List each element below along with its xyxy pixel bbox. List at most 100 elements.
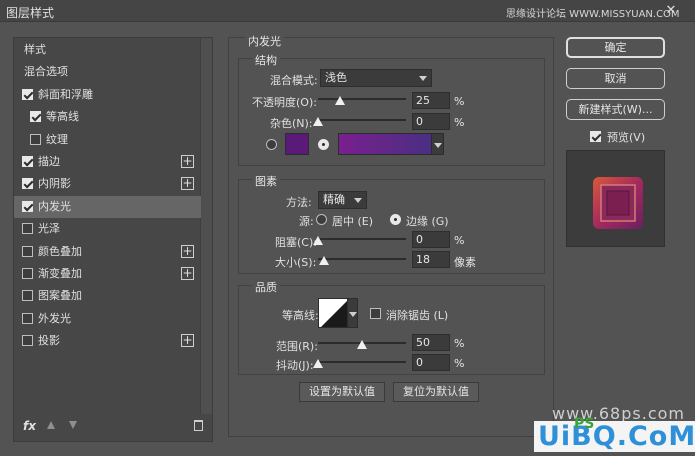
style-item-checkbox[interactable] — [22, 335, 33, 347]
style-item-label: 图案叠加 — [38, 289, 82, 303]
noise-input[interactable]: 0 — [412, 113, 450, 130]
style-item[interactable]: 等高线 — [14, 106, 201, 128]
style-item[interactable]: 纹理 — [14, 129, 201, 151]
fx-icon[interactable]: fx — [23, 419, 36, 433]
glow-color-swatch[interactable] — [285, 133, 309, 155]
move-down-icon[interactable] — [69, 421, 77, 429]
preview-checkbox[interactable] — [590, 131, 601, 142]
style-item-label: 样式 — [24, 43, 46, 56]
gradient-dropdown[interactable] — [431, 133, 444, 155]
color-radio[interactable] — [266, 139, 277, 150]
blend-mode-select[interactable]: 浅色 — [320, 69, 432, 87]
cancel-button[interactable]: 取消 — [566, 68, 665, 89]
noise-slider-thumb[interactable] — [313, 117, 323, 126]
move-up-icon[interactable] — [47, 421, 55, 429]
reset-default-button[interactable]: 复位为默认值 — [393, 382, 479, 402]
dialog-title: 图层样式 — [6, 6, 55, 20]
range-slider[interactable] — [318, 340, 406, 350]
preview-label: 预览(V) — [607, 131, 646, 144]
set-default-button[interactable]: 设置为默认值 — [299, 382, 385, 402]
add-effect-icon[interactable]: + — [181, 267, 194, 280]
opacity-input[interactable]: 25 — [412, 92, 450, 109]
style-item[interactable]: 斜面和浮雕 — [14, 84, 201, 106]
style-list: fx 样式 混合选项 斜面和浮雕 等高线 纹理 描边 + 内阴影 + 内发光 光泽 颜色叠加 + 渐变叠加… — [13, 37, 213, 442]
antialias-label: 消除锯齿 (L) — [386, 309, 449, 322]
style-item-checkbox[interactable] — [22, 156, 33, 167]
opacity-slider[interactable] — [318, 96, 406, 106]
method-select[interactable]: 精确 — [318, 191, 367, 209]
style-item-label: 等高线 — [46, 110, 79, 124]
style-item[interactable]: 投影 + — [14, 330, 201, 352]
source-edge-radio[interactable] — [390, 214, 401, 225]
style-list-scrollbar[interactable] — [200, 38, 212, 414]
choke-input[interactable]: 0 — [412, 231, 450, 248]
style-item-checkbox[interactable] — [22, 268, 33, 279]
range-input[interactable]: 50 — [412, 334, 450, 351]
opacity-slider-thumb[interactable] — [335, 96, 345, 105]
style-item-checkbox[interactable] — [22, 312, 33, 324]
opacity-unit: % — [454, 95, 465, 108]
style-item[interactable]: 渐变叠加 + — [14, 263, 201, 285]
style-item-label: 混合选项 — [24, 65, 68, 79]
range-label: 范围(R): — [276, 340, 318, 353]
style-item-checkbox[interactable] — [22, 88, 33, 100]
inner-glow-title: 内发光 — [245, 33, 284, 49]
chevron-down-icon — [349, 312, 357, 317]
jitter-label: 抖动(J): — [276, 359, 314, 372]
new-style-button[interactable]: 新建样式(W)... — [566, 99, 665, 120]
structure-title: 结构 — [252, 52, 280, 68]
watermark-ps: PS — [574, 416, 595, 432]
contour-dropdown[interactable] — [347, 298, 358, 328]
antialias-checkbox[interactable] — [370, 308, 381, 319]
style-item[interactable]: 光泽 — [14, 218, 201, 240]
close-icon[interactable]: ✕ — [656, 2, 686, 19]
noise-unit: % — [454, 116, 465, 129]
style-item-checkbox[interactable] — [30, 111, 41, 123]
style-item[interactable]: 描边 + — [14, 151, 201, 173]
add-effect-icon[interactable]: + — [181, 155, 194, 168]
jitter-input[interactable]: 0 — [412, 354, 450, 371]
method-value: 精确 — [323, 193, 345, 206]
add-effect-icon[interactable]: + — [181, 244, 194, 258]
choke-slider-thumb[interactable] — [313, 236, 323, 245]
style-item[interactable]: 内阴影 + — [14, 173, 201, 195]
style-item-checkbox[interactable] — [22, 245, 33, 257]
size-slider-thumb[interactable] — [319, 256, 330, 265]
source-center-radio[interactable] — [316, 214, 327, 225]
watermark-uibq: UiBQ.CoM — [534, 421, 695, 452]
style-item-checkbox[interactable] — [22, 178, 33, 190]
style-item[interactable]: 颜色叠加 + — [14, 241, 201, 263]
style-list-footer: fx — [14, 413, 212, 441]
size-slider[interactable] — [318, 256, 406, 266]
choke-slider[interactable] — [313, 236, 406, 246]
contour-preview[interactable] — [318, 298, 348, 328]
glow-gradient-swatch[interactable] — [338, 133, 432, 155]
style-item-label: 描边 — [38, 155, 60, 168]
jitter-slider-thumb[interactable] — [313, 359, 323, 368]
style-item-checkbox[interactable] — [22, 290, 33, 302]
range-slider-thumb[interactable] — [357, 340, 367, 349]
source-label: 源: — [299, 215, 314, 228]
opacity-label: 不透明度(O): — [252, 96, 317, 109]
trash-icon[interactable] — [194, 420, 203, 431]
style-item-checkbox[interactable] — [22, 223, 33, 235]
add-effect-icon[interactable]: + — [181, 334, 194, 348]
style-item-label: 内发光 — [38, 199, 71, 213]
style-item-checkbox[interactable] — [22, 200, 33, 212]
quality-title: 品质 — [252, 279, 280, 295]
size-input[interactable]: 18 — [412, 251, 450, 268]
style-item[interactable]: 内发光 — [14, 195, 201, 218]
size-label: 大小(S): — [275, 256, 317, 269]
ok-button[interactable]: 确定 — [566, 37, 665, 58]
style-item-checkbox[interactable] — [30, 133, 41, 145]
style-item[interactable]: 样式 — [14, 39, 201, 61]
top-watermark: 思缘设计论坛 WWW.MISSYUAN.COM — [506, 9, 680, 20]
jitter-slider[interactable] — [313, 359, 406, 369]
gradient-radio[interactable] — [318, 139, 329, 150]
style-item[interactable]: 混合选项 — [14, 61, 201, 83]
noise-slider[interactable] — [313, 117, 406, 127]
style-item-label: 外发光 — [38, 311, 71, 325]
style-item[interactable]: 图案叠加 — [14, 285, 201, 307]
style-item[interactable]: 外发光 — [14, 308, 201, 330]
add-effect-icon[interactable]: + — [181, 177, 194, 191]
